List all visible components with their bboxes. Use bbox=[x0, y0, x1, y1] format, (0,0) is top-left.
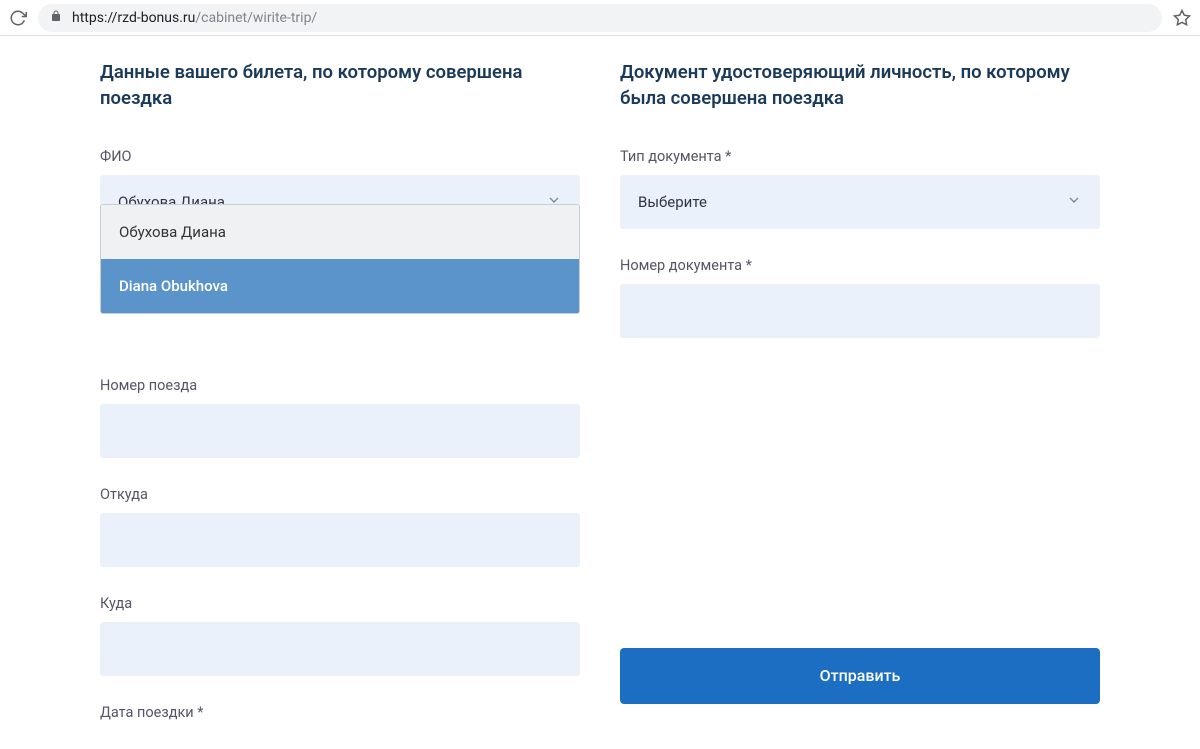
url-path: /cabinet/wirite-trip/ bbox=[195, 10, 317, 26]
to-input[interactable] bbox=[100, 622, 580, 676]
to-field: Куда bbox=[100, 595, 580, 676]
reload-icon[interactable] bbox=[8, 8, 28, 28]
lock-icon bbox=[50, 9, 64, 27]
right-section-title: Документ удостоверяющий личность, по кот… bbox=[620, 60, 1100, 112]
bookmark-star-icon[interactable] bbox=[1172, 8, 1192, 28]
trip-date-label: Дата поездки * bbox=[100, 704, 580, 721]
left-section-title: Данные вашего билета, по которому соверш… bbox=[100, 60, 580, 112]
left-column: Данные вашего билета, по которому соверш… bbox=[100, 60, 580, 749]
train-number-field: Номер поезда bbox=[100, 377, 580, 458]
train-number-input[interactable] bbox=[100, 404, 580, 458]
train-number-label: Номер поезда bbox=[100, 377, 580, 394]
right-column: Документ удостоверяющий личность, по кот… bbox=[620, 60, 1100, 749]
fio-field: ФИО Обухова Диана Обухова Диана Diana Ob… bbox=[100, 148, 580, 229]
doc-type-select[interactable]: Выберите bbox=[620, 175, 1100, 229]
fio-dropdown-menu: Обухова Диана Diana Obukhova bbox=[100, 204, 580, 314]
fio-label: ФИО bbox=[100, 148, 580, 165]
doc-type-placeholder: Выберите bbox=[638, 193, 707, 211]
from-label: Откуда bbox=[100, 486, 580, 503]
from-input[interactable] bbox=[100, 513, 580, 567]
page-content: Данные вашего билета, по которому соверш… bbox=[0, 36, 1200, 749]
submit-button[interactable]: Отправить bbox=[620, 648, 1100, 704]
fio-option-1[interactable]: Diana Obukhova bbox=[101, 259, 579, 313]
doc-number-label: Номер документа * bbox=[620, 257, 1100, 274]
fio-option-0[interactable]: Обухова Диана bbox=[101, 205, 579, 259]
to-label: Куда bbox=[100, 595, 580, 612]
doc-type-label: Тип документа * bbox=[620, 148, 1100, 165]
browser-toolbar: https://rzd-bonus.ru/cabinet/wirite-trip… bbox=[0, 0, 1200, 36]
trip-date-field: Дата поездки * bbox=[100, 704, 580, 721]
doc-number-field: Номер документа * bbox=[620, 257, 1100, 338]
from-field: Откуда bbox=[100, 486, 580, 567]
doc-type-field: Тип документа * Выберите bbox=[620, 148, 1100, 229]
url-bar[interactable]: https://rzd-bonus.ru/cabinet/wirite-trip… bbox=[38, 4, 1162, 32]
doc-number-input[interactable] bbox=[620, 284, 1100, 338]
chevron-down-icon bbox=[1066, 192, 1082, 212]
url-domain: https://rzd-bonus.ru bbox=[72, 10, 195, 26]
